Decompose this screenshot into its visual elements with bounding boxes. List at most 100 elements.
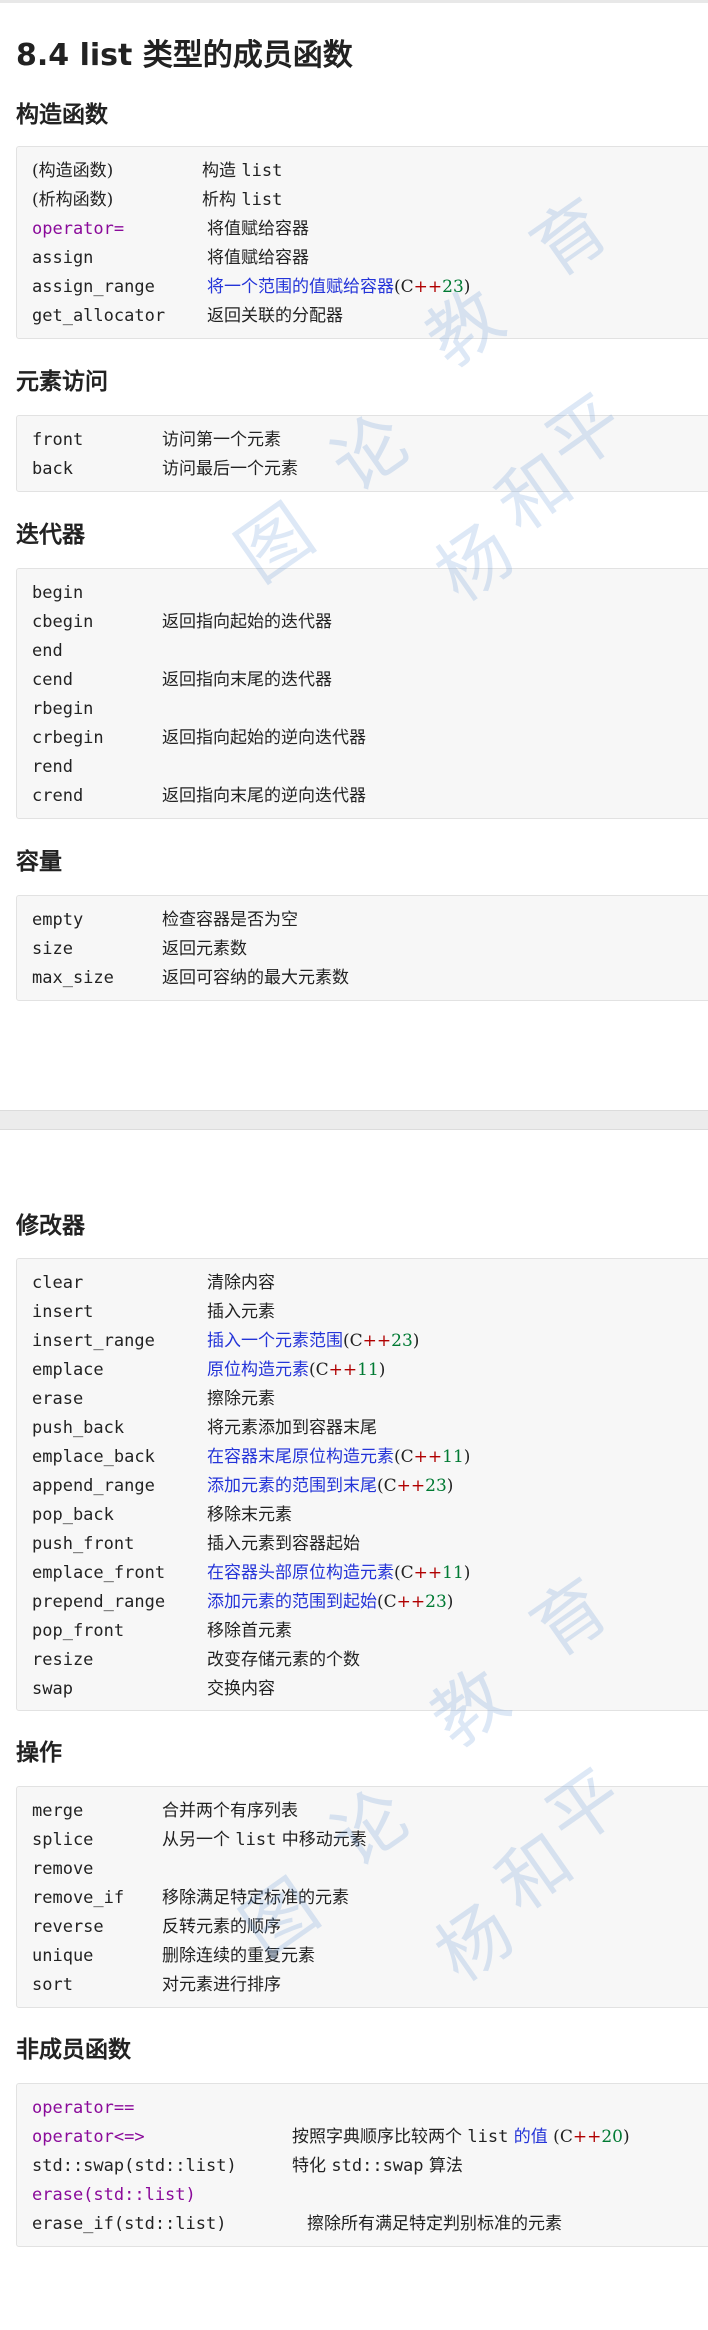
table-row: assign_range 将一个范围的值赋给容器(C++23) xyxy=(32,273,470,302)
function-link[interactable]: 的值 xyxy=(508,2127,548,2147)
table-row: empty 检查容器是否为空 xyxy=(32,906,298,935)
function-name[interactable]: (构造函数) xyxy=(32,157,113,186)
function-name[interactable]: max_size xyxy=(32,968,114,988)
function-name[interactable]: cbegin xyxy=(32,612,93,632)
table-row: emplace_front 在容器头部原位构造元素(C++11) xyxy=(32,1559,470,1588)
table-row: remove_if 移除满足特定标准的元素 xyxy=(32,1884,349,1913)
function-desc: 构造 list xyxy=(202,161,283,181)
function-name[interactable]: empty xyxy=(32,910,83,930)
function-name[interactable]: end xyxy=(32,641,63,661)
function-name[interactable]: emplace xyxy=(32,1360,104,1380)
function-name[interactable]: remove_if xyxy=(32,1888,124,1908)
function-desc: 添加元素的范围到末尾(C++23) xyxy=(207,1472,453,1501)
function-name[interactable]: pop_back xyxy=(32,1505,114,1525)
function-name[interactable]: front xyxy=(32,430,83,450)
table-row: max_size 返回可容纳的最大元素数 xyxy=(32,964,349,993)
function-name[interactable]: operator<=> xyxy=(32,2127,145,2147)
function-link[interactable]: 在容器末尾原位构造元素 xyxy=(207,1447,394,1467)
function-name[interactable]: resize xyxy=(32,1650,93,1670)
function-name[interactable]: unique xyxy=(32,1946,93,1966)
function-link[interactable]: 添加元素的范围到起始 xyxy=(207,1592,377,1612)
top-divider xyxy=(0,0,708,3)
function-name[interactable]: operator= xyxy=(32,219,124,239)
function-desc: 擦除元素 xyxy=(207,1389,275,1409)
function-name[interactable]: erase_if(std::list) xyxy=(32,2214,226,2234)
function-name[interactable]: insert xyxy=(32,1302,93,1322)
function-name[interactable]: (析构函数) xyxy=(32,186,113,215)
table-row: resize 改变存储元素的个数 xyxy=(32,1646,360,1675)
table-row: emplace_back 在容器末尾原位构造元素(C++11) xyxy=(32,1443,470,1472)
function-desc: 移除末元素 xyxy=(207,1505,292,1525)
function-name[interactable]: assign xyxy=(32,248,93,268)
function-name[interactable]: crbegin xyxy=(32,728,104,748)
table-row: operator= 将值赋给容器 xyxy=(32,215,309,244)
function-name[interactable]: rbegin xyxy=(32,699,93,719)
heading-capacity: 容量 xyxy=(16,849,62,875)
function-name[interactable]: push_front xyxy=(32,1534,134,1554)
function-desc: 移除满足特定标准的元素 xyxy=(162,1888,349,1908)
table-row: pop_front 移除首元素 xyxy=(32,1617,292,1646)
table-row: begin xyxy=(32,579,83,608)
function-link[interactable]: 添加元素的范围到末尾 xyxy=(207,1476,377,1496)
function-name[interactable]: swap xyxy=(32,1679,73,1699)
function-desc: 从另一个 list 中移动元素 xyxy=(162,1830,367,1850)
table-row: append_range 添加元素的范围到末尾(C++23) xyxy=(32,1472,453,1501)
function-name[interactable]: merge xyxy=(32,1801,83,1821)
function-name[interactable]: erase xyxy=(32,1389,83,1409)
table-row: unique 删除连续的重复元素 xyxy=(32,1942,315,1971)
function-name[interactable]: operator== xyxy=(32,2098,134,2118)
function-desc: 返回元素数 xyxy=(162,939,247,959)
function-name[interactable]: emplace_front xyxy=(32,1563,165,1583)
function-desc: 析构 list xyxy=(202,190,283,210)
function-name[interactable]: sort xyxy=(32,1975,73,1995)
function-desc: 返回指向末尾的逆向迭代器 xyxy=(162,786,366,806)
function-link[interactable]: 原位构造元素 xyxy=(207,1360,309,1380)
function-name[interactable]: remove xyxy=(32,1859,93,1879)
function-name[interactable]: begin xyxy=(32,583,83,603)
constructors-box: (构造函数) 构造 list (析构函数) 析构 list operator= … xyxy=(16,146,708,339)
function-name[interactable]: erase(std::list) xyxy=(32,2185,196,2205)
function-name[interactable]: size xyxy=(32,939,73,959)
capacity-box: empty 检查容器是否为空 size 返回元素数 max_size 返回可容纳… xyxy=(16,895,708,1001)
function-name[interactable]: assign_range xyxy=(32,277,155,297)
function-name[interactable]: crend xyxy=(32,786,83,806)
page-title: 8.4 list 类型的成员函数 xyxy=(16,38,353,73)
function-name[interactable]: reverse xyxy=(32,1917,104,1937)
function-name[interactable]: get_allocator xyxy=(32,306,165,326)
function-link[interactable]: 插入一个元素范围 xyxy=(207,1331,343,1351)
operations-box: merge 合并两个有序列表 splice 从另一个 list 中移动元素 re… xyxy=(16,1786,708,2008)
function-name[interactable]: rend xyxy=(32,757,73,777)
table-row: end xyxy=(32,637,63,666)
version-badge: (C++23) xyxy=(394,277,471,297)
function-desc: 在容器头部原位构造元素(C++11) xyxy=(207,1559,470,1588)
table-row: push_back 将元素添加到容器末尾 xyxy=(32,1414,377,1443)
table-row: erase(std::list) xyxy=(32,2181,196,2210)
table-row: crbegin 返回指向起始的逆向迭代器 xyxy=(32,724,366,753)
function-desc: 返回关联的分配器 xyxy=(207,306,343,326)
table-row: back 访问最后一个元素 xyxy=(32,455,298,484)
function-desc: 检查容器是否为空 xyxy=(162,910,298,930)
function-name[interactable]: pop_front xyxy=(32,1621,124,1641)
function-link[interactable]: 将一个范围的值赋给容器 xyxy=(207,277,394,297)
page-2: 修改器 clear 清除内容 insert 插入元素 insert_range … xyxy=(0,1130,708,2330)
function-name[interactable]: splice xyxy=(32,1830,93,1850)
function-name[interactable]: back xyxy=(32,459,73,479)
page-separator xyxy=(0,1110,708,1130)
function-desc: 将元素添加到容器末尾 xyxy=(207,1418,377,1438)
function-link[interactable]: 在容器头部原位构造元素 xyxy=(207,1563,394,1583)
function-name[interactable]: prepend_range xyxy=(32,1592,165,1612)
function-name[interactable]: push_back xyxy=(32,1418,124,1438)
function-name[interactable]: emplace_back xyxy=(32,1447,155,1467)
version-badge: (C++20) xyxy=(547,2127,630,2147)
function-name[interactable]: insert_range xyxy=(32,1331,155,1351)
function-name[interactable]: append_range xyxy=(32,1476,155,1496)
table-row: assign 将值赋给容器 xyxy=(32,244,309,273)
heading-modifiers: 修改器 xyxy=(16,1213,85,1239)
function-name[interactable]: std::swap(std::list) xyxy=(32,2156,237,2176)
function-desc: 在容器末尾原位构造元素(C++11) xyxy=(207,1443,470,1472)
version-badge: (C++23) xyxy=(377,1592,454,1612)
function-name[interactable]: cend xyxy=(32,670,73,690)
function-desc: 合并两个有序列表 xyxy=(162,1801,298,1821)
function-name[interactable]: clear xyxy=(32,1273,83,1293)
table-row: rend xyxy=(32,753,73,782)
